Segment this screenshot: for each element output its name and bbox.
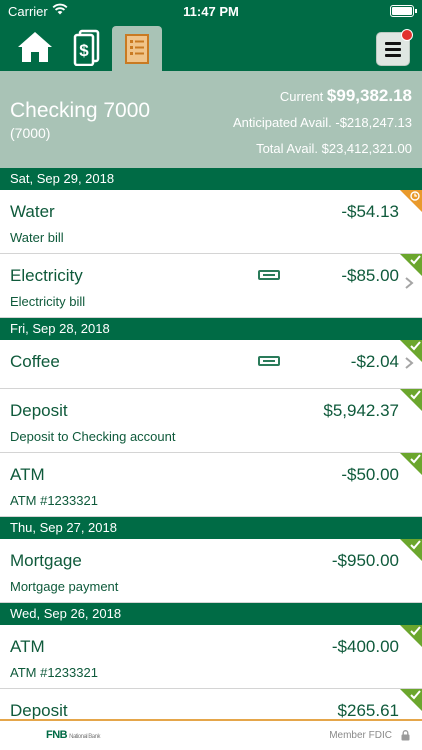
chevron-right-icon — [405, 277, 414, 289]
transaction-row[interactable]: ATM ATM #1233321 -$400.00 — [0, 625, 422, 689]
memo-icon — [258, 356, 280, 366]
clock-icon — [410, 191, 420, 201]
menu-button[interactable] — [376, 29, 413, 66]
checkmark-icon — [410, 390, 421, 400]
checkmark-icon — [410, 626, 421, 636]
checkmark-icon — [410, 690, 421, 700]
transaction-amount: $5,942.37 — [323, 401, 399, 420]
transaction-amount: -$85.00 — [341, 266, 399, 285]
transaction-subtitle: Deposit to Checking account — [10, 429, 176, 444]
home-icon — [18, 31, 52, 62]
top-toolbar: $ — [0, 22, 422, 71]
transaction-row[interactable]: Mortgage Mortgage payment -$950.00 — [0, 539, 422, 603]
anticipated-value: -$218,247.13 — [335, 115, 412, 130]
transaction-row[interactable]: ATM ATM #1233321 -$50.00 — [0, 453, 422, 517]
battery-icon — [390, 5, 417, 17]
transaction-row[interactable]: Electricity Electricity bill -$85.00 — [0, 254, 422, 318]
transaction-title: Mortgage — [10, 551, 82, 570]
current-value: $99,382.18 — [326, 86, 412, 105]
transaction-title: Deposit — [10, 701, 68, 719]
ledger-icon — [125, 33, 149, 64]
clock: 11:47 PM — [183, 4, 239, 19]
transaction-row[interactable]: Deposit $265.61 — [0, 689, 422, 719]
transaction-title: Water — [10, 202, 55, 221]
account-name: Checking 7000 — [10, 99, 151, 122]
footer: FNB National Bank Member FDIC — [0, 719, 422, 750]
transaction-title: ATM — [10, 637, 45, 656]
total-label: Total Avail. — [256, 141, 318, 156]
checkmark-icon — [410, 341, 421, 351]
transaction-title: Deposit — [10, 401, 68, 420]
total-value: $23,412,321.00 — [321, 141, 412, 156]
current-balance: Current $99,382.18 — [280, 86, 412, 106]
date-header: Fri, Sep 28, 2018 — [0, 318, 422, 340]
transaction-subtitle: Water bill — [10, 230, 64, 245]
status-bar: Carrier 11:47 PM — [0, 0, 422, 22]
total-balance: Total Avail. $23,412,321.00 — [256, 141, 412, 156]
anticipated-balance: Anticipated Avail. -$218,247.13 — [233, 115, 412, 130]
notification-badge — [401, 29, 413, 41]
current-label: Current — [279, 89, 324, 104]
date-header: Sat, Sep 29, 2018 — [0, 168, 422, 190]
transaction-row[interactable]: Water Water bill -$54.13 — [0, 190, 422, 254]
lock-icon — [401, 730, 410, 741]
transaction-row[interactable]: Coffee -$2.04 — [0, 340, 422, 389]
account-number: (7000) — [10, 125, 51, 141]
menu-icon — [385, 39, 401, 60]
transfers-button[interactable]: $ — [62, 22, 112, 71]
transaction-amount: -$2.04 — [350, 352, 399, 371]
date-header: Wed, Sep 26, 2018 — [0, 603, 422, 625]
anticipated-label: Anticipated Avail. — [232, 115, 332, 130]
transaction-amount: -$50.00 — [341, 465, 399, 484]
transaction-title: Electricity — [10, 266, 83, 285]
transaction-list[interactable]: Sat, Sep 29, 2018 Water Water bill -$54.… — [0, 168, 422, 719]
transaction-subtitle: Mortgage payment — [10, 579, 119, 594]
transaction-amount: -$950.00 — [331, 551, 399, 570]
money-icon: $ — [73, 29, 100, 66]
bank-logo: FNB National Bank — [46, 729, 100, 741]
checkmark-icon — [410, 540, 421, 550]
fdic-label: Member FDIC — [329, 730, 392, 741]
transaction-subtitle: ATM #1233321 — [10, 665, 98, 680]
logo-text: FNB — [46, 729, 68, 741]
transaction-amount: -$400.00 — [331, 637, 399, 656]
logo-subtext: National Bank — [69, 734, 100, 740]
transaction-subtitle: ATM #1233321 — [10, 493, 98, 508]
transaction-row[interactable]: Deposit Deposit to Checking account $5,9… — [0, 389, 422, 453]
home-button[interactable] — [10, 22, 60, 71]
transaction-title: ATM — [10, 465, 45, 484]
transaction-amount: $265.61 — [337, 701, 399, 719]
transaction-title: Coffee — [10, 352, 60, 371]
checkmark-icon — [410, 255, 421, 265]
transaction-subtitle: Electricity bill — [10, 294, 86, 309]
svg-text:$: $ — [79, 41, 89, 60]
transaction-amount: -$54.13 — [341, 202, 399, 221]
date-header: Thu, Sep 27, 2018 — [0, 517, 422, 539]
memo-icon — [258, 270, 280, 280]
activity-button[interactable] — [112, 26, 162, 71]
checkmark-icon — [410, 454, 421, 464]
account-summary: Checking 7000 (7000) Current $99,382.18 … — [0, 71, 422, 168]
